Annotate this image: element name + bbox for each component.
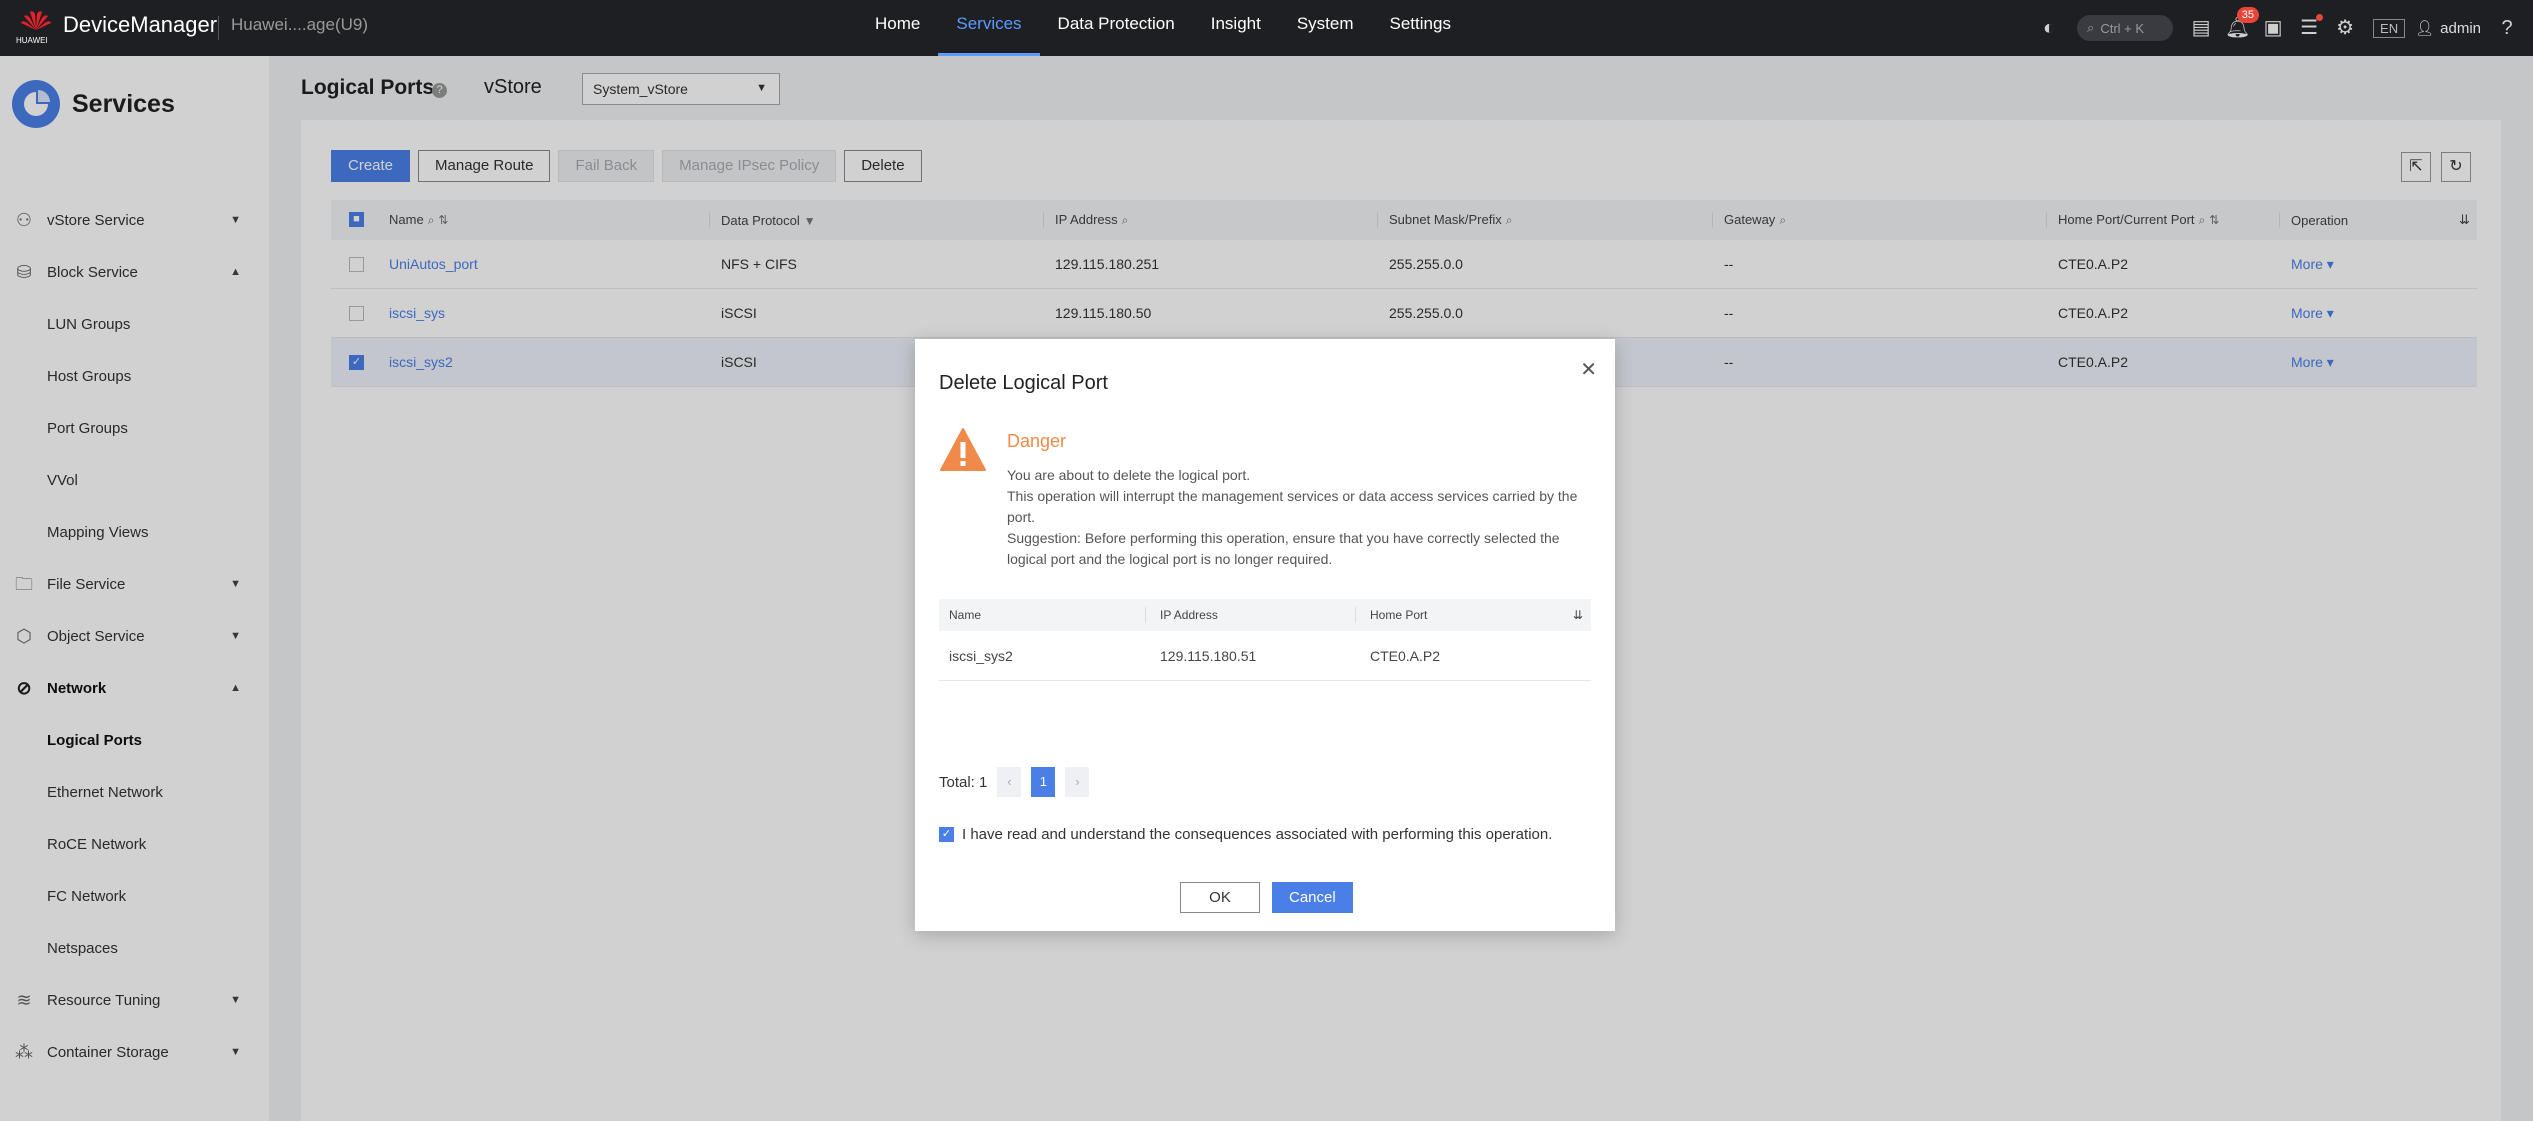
divider <box>218 16 219 40</box>
dialog-actions: OK Cancel <box>1180 882 1353 913</box>
nav-system[interactable]: System <box>1279 0 1372 56</box>
prev-page-button[interactable]: ‹ <box>997 767 1022 797</box>
column-settings-icon[interactable]: ⇊ <box>1573 608 1583 622</box>
cancel-button[interactable]: Cancel <box>1272 882 1353 913</box>
gear-icon[interactable]: ⚙ <box>2333 16 2357 40</box>
danger-message: You are about to delete the logical port… <box>1007 465 1595 570</box>
search-icon: ⌕ <box>2087 20 2095 35</box>
selected-ports-table: Name IP Address Home Port ⇊ iscsi_sys2 1… <box>939 599 1591 681</box>
divider <box>1355 607 1356 623</box>
danger-title: Danger <box>1007 431 1067 451</box>
report-icon[interactable]: ☰ <box>2297 14 2324 40</box>
total-count: Total: 1 <box>939 773 988 791</box>
global-search-button[interactable]: ⌕ Ctrl + K <box>2077 15 2174 41</box>
warning-icon <box>940 428 986 471</box>
pagination: Total: 1 ‹ 1 › <box>939 767 1090 797</box>
home-port: CTE0.A.P2 <box>1370 647 1441 664</box>
language-button[interactable]: EN <box>2373 18 2406 38</box>
help-icon[interactable]: ? <box>2495 16 2519 40</box>
notification-dot <box>2316 14 2324 21</box>
nav-data-protection[interactable]: Data Protection <box>1040 0 1193 56</box>
close-icon[interactable]: ✕ <box>1580 357 1597 382</box>
device-name[interactable]: Huawei....age(U9) <box>231 15 368 35</box>
ip-address: 129.115.180.51 <box>1160 647 1257 664</box>
column-ip-address: IP Address <box>1160 608 1218 622</box>
divider <box>1145 607 1146 623</box>
danger-line: Suggestion: Before performing this opera… <box>1007 530 1560 567</box>
search-shortcut: Ctrl + K <box>2100 20 2145 36</box>
top-toolbar: ◐ ⌕ Ctrl + K ▤ 🔔︎ 35 ▣ ☰ ⚙ EN 👤︎ admin ? <box>2031 0 2533 56</box>
theme-icon[interactable]: ◐ <box>2037 16 2061 40</box>
dialog-title: Delete Logical Port <box>939 372 1108 394</box>
page-button[interactable]: 1 <box>1031 767 1056 797</box>
confirm-checkbox[interactable]: ✓ <box>939 827 954 842</box>
alarm-badge: 35 <box>2236 7 2260 23</box>
user-menu[interactable]: 👤︎ admin <box>2415 19 2481 38</box>
next-page-button[interactable]: › <box>1065 767 1090 797</box>
delete-logical-port-dialog: Delete Logical Port ✕ Danger You are abo… <box>915 339 1615 931</box>
nav-insight[interactable]: Insight <box>1193 0 1279 56</box>
logo-text: HUAWEI <box>16 36 48 45</box>
danger-line: This operation will interrupt the manage… <box>1007 488 1578 525</box>
nav-services[interactable]: Services <box>938 0 1040 56</box>
main-nav: Home Services Data Protection Insight Sy… <box>857 0 1469 56</box>
nav-settings[interactable]: Settings <box>1372 0 1469 56</box>
table-header: Name IP Address Home Port ⇊ <box>939 599 1591 631</box>
column-name: Name <box>949 608 982 622</box>
column-home-port: Home Port <box>1370 608 1428 622</box>
username: admin <box>2440 19 2481 37</box>
port-name: iscsi_sys2 <box>949 647 1013 664</box>
ok-button[interactable]: OK <box>1180 882 1260 913</box>
app-title: DeviceManager <box>63 12 218 37</box>
user-icon: 👤︎ <box>2415 20 2435 37</box>
bell-icon[interactable]: 🔔︎ 35 <box>2225 7 2260 40</box>
monitor-icon[interactable]: ▣ <box>2261 16 2285 40</box>
table-row: iscsi_sys2 129.115.180.51 CTE0.A.P2 <box>939 631 1591 681</box>
nav-home[interactable]: Home <box>857 0 938 56</box>
task-icon[interactable]: ▤ <box>2189 16 2213 40</box>
danger-line: You are about to delete the logical port… <box>1007 467 1251 483</box>
top-navigation-bar: HUAWEI DeviceManager Huawei....age(U9) H… <box>0 0 2533 56</box>
confirm-label[interactable]: I have read and understand the consequen… <box>962 826 1552 843</box>
confirm-row: ✓ I have read and understand the consequ… <box>939 826 1552 843</box>
